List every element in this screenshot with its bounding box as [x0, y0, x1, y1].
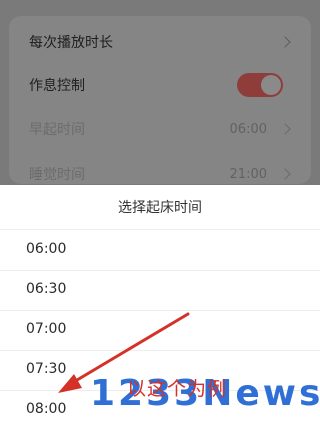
toggle-knob [261, 75, 281, 95]
chevron-right-icon [279, 168, 291, 180]
time-option-label: 07:30 [26, 361, 67, 377]
wake-time-value: 06:00 [229, 121, 267, 137]
annotation-text: 以这个为例 [127, 378, 228, 400]
play-duration-row[interactable]: 每次播放时长 [9, 24, 311, 60]
time-option[interactable]: 06:30 [0, 270, 320, 311]
time-option[interactable]: 07:00 [0, 310, 320, 351]
wake-time-label: 早起时间 [29, 122, 85, 138]
settings-card: 每次播放时长 作息控制 早起时间 06:00 睡觉时间 21:00 [9, 16, 311, 184]
time-option-label: 07:00 [26, 321, 67, 337]
chevron-right-icon [279, 123, 291, 135]
dimmed-settings-screen: 每次播放时长 作息控制 早起时间 06:00 睡觉时间 21:00 [0, 0, 320, 185]
time-option-label: 08:00 [26, 401, 67, 417]
sleep-time-value: 21:00 [229, 166, 267, 182]
sleep-time-label: 睡觉时间 [29, 167, 85, 183]
schedule-control-row: 作息控制 [9, 67, 311, 103]
picker-title: 选择起床时间 [0, 185, 320, 230]
time-option[interactable]: 06:00 [0, 230, 320, 271]
chevron-right-icon [279, 36, 291, 48]
time-option-label: 06:30 [26, 281, 67, 297]
schedule-control-toggle[interactable] [237, 73, 283, 97]
play-duration-label: 每次播放时长 [29, 35, 113, 51]
wake-time-row[interactable]: 早起时间 06:00 [9, 111, 311, 147]
schedule-control-label: 作息控制 [29, 78, 85, 94]
time-option-label: 06:00 [26, 241, 67, 257]
